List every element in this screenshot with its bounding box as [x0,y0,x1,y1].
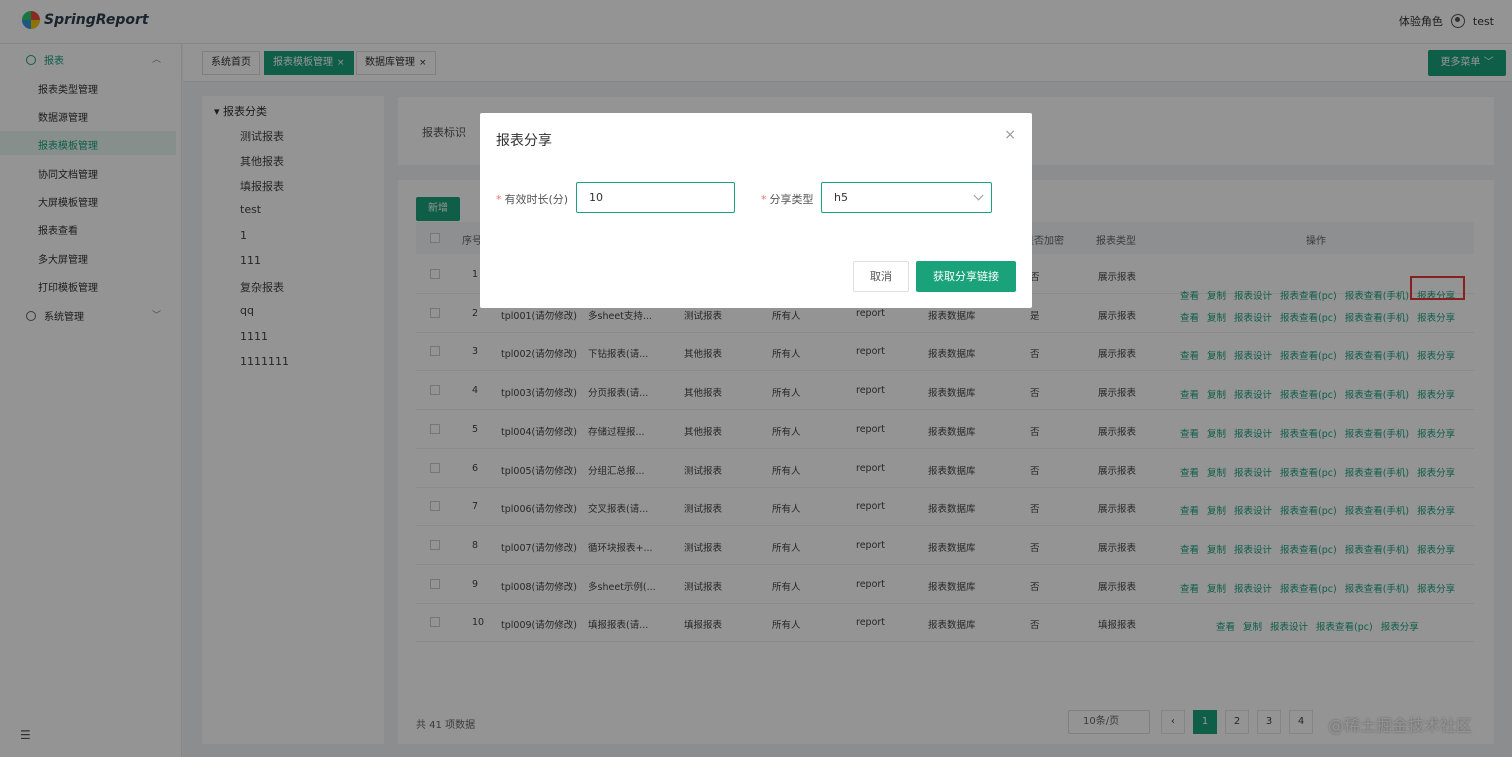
chevron-down-icon [973,190,984,201]
share-type-label-text: 分享类型 [769,193,814,206]
required-mark: * [761,193,767,206]
close-icon[interactable]: × [1004,127,1016,143]
share-type-value: h5 [834,191,848,204]
duration-label: * 有效时长(分) [496,191,568,207]
share-type-select[interactable]: h5 [821,182,992,213]
duration-label-text: 有效时长(分) [504,193,569,206]
duration-input[interactable]: 10 [576,182,735,213]
cancel-button[interactable]: 取消 [853,261,909,292]
duration-value: 10 [589,191,603,204]
share-type-label: * 分享类型 [761,191,814,207]
get-share-link-button[interactable]: 获取分享链接 [916,261,1016,292]
required-mark: * [496,193,502,206]
share-dialog: 报表分享 × * 有效时长(分) 10 * 分享类型 h5 取消 获取分享链接 [480,113,1032,308]
dialog-title: 报表分享 [496,133,552,149]
